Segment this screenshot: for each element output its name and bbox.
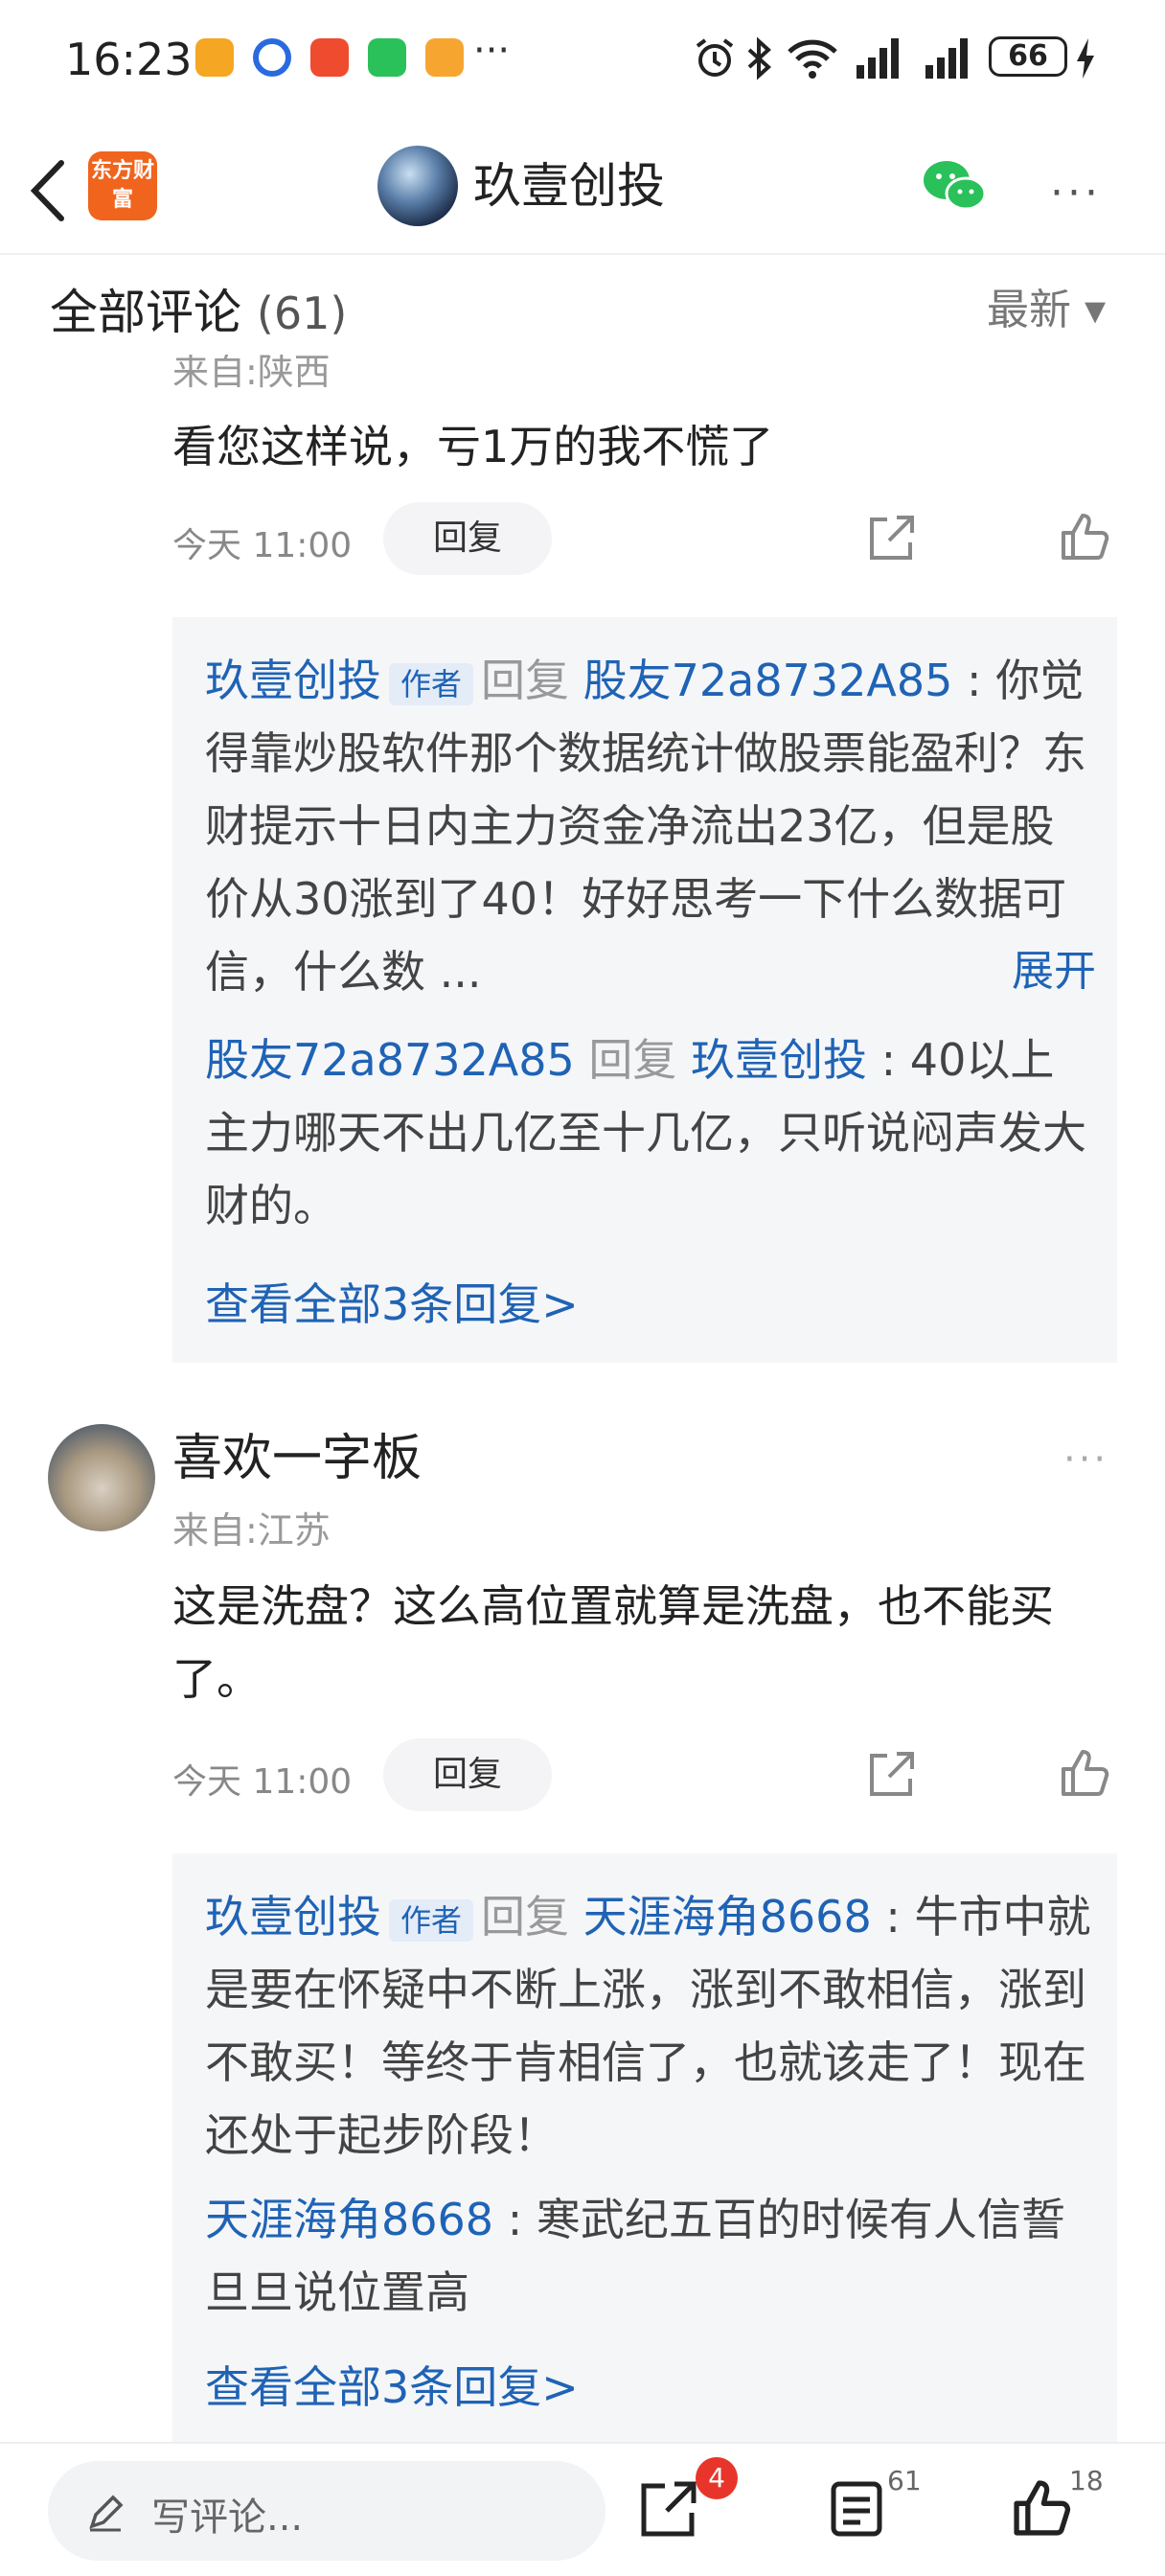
status-bar: 16:23 ··· 66 <box>0 0 1165 119</box>
write-comment-placeholder: 写评论... <box>151 2496 304 2540</box>
reply-verb: 回复 <box>481 1891 570 1943</box>
comment-time: 今天 11:00 <box>172 526 353 565</box>
reply-item[interactable]: 股友72a8732A85 回复 玖壹创投 : 40以上主力哪天不出几亿至十几亿，… <box>205 1024 1096 1242</box>
reply-username[interactable]: 股友72a8732A85 <box>205 1034 575 1086</box>
clock: 16:23 <box>65 34 193 85</box>
wechat-share-icon[interactable] <box>920 157 989 215</box>
user-location: 来自:江苏 <box>172 1509 331 1552</box>
reply-verb: 回复 <box>481 655 570 706</box>
reply-username[interactable]: 天涯海角8668 <box>205 2194 493 2245</box>
top-nav-bar: 东方财富 玖壹创投 ··· <box>0 119 1165 253</box>
reply-item[interactable]: 玖壹创投 作者 回复 股友72a8732A85 : 你觉得靠炒股软件那个数据统计做股… <box>205 644 1096 1008</box>
likes-count: 18 <box>1069 2465 1104 2496</box>
back-arrow-icon[interactable] <box>23 157 80 224</box>
user-avatar[interactable] <box>48 1424 155 1531</box>
wifi-icon <box>788 39 837 79</box>
author-badge: 作者 <box>389 1898 474 1942</box>
bottom-action-bar: 写评论... 4 61 18 <box>0 2442 1165 2576</box>
comment-time: 今天 11:00 <box>172 1762 353 1802</box>
reply-button[interactable]: 回复 <box>383 502 552 575</box>
comments-icon[interactable] <box>828 2478 885 2540</box>
app-notification-icon <box>425 38 464 77</box>
divider <box>0 253 1165 255</box>
view-all-replies-link[interactable]: 查看全部3条回复> <box>205 1271 579 1338</box>
comment-count: (61) <box>256 288 348 339</box>
reply-verb: 回复 <box>588 1034 677 1086</box>
app-notification-icon <box>253 38 291 77</box>
page-title[interactable]: 玖壹创投 <box>473 155 665 217</box>
pencil-icon <box>89 2495 124 2532</box>
reply-button[interactable]: 回复 <box>383 1738 552 1811</box>
write-comment-input[interactable]: 写评论... <box>48 2461 605 2561</box>
like-icon[interactable] <box>1058 1746 1111 1800</box>
share-icon[interactable] <box>864 1748 918 1802</box>
reply-item[interactable]: 天涯海角8668 : 寒武纪五百的时候有人信誓旦旦说位置高 <box>205 2183 1096 2329</box>
charging-icon <box>1077 38 1094 79</box>
comment-text: 看您这样说，亏1万的我不慌了 <box>172 421 774 472</box>
more-notifications-icon: ··· <box>473 29 511 73</box>
app-notification-icon <box>195 38 234 77</box>
alarm-icon <box>696 38 734 77</box>
eastmoney-logo[interactable]: 东方财富 <box>88 151 157 220</box>
bluetooth-icon <box>747 36 771 80</box>
author-badge: 作者 <box>389 662 474 705</box>
share-count-badge: 4 <box>696 2457 738 2499</box>
author-avatar[interactable] <box>377 146 458 226</box>
reply-target[interactable]: 股友72a8732A85 <box>583 655 953 706</box>
comments-count: 61 <box>887 2465 922 2496</box>
sort-dropdown[interactable]: 最新 ▾ <box>987 280 1106 341</box>
app-notification-icon <box>310 38 349 77</box>
replies-panel: 玖壹创投 作者 回复 股友72a8732A85 : 你觉得靠炒股软件那个数据统计做股… <box>172 617 1117 1363</box>
expand-link[interactable]: 展开 <box>1002 935 1096 1008</box>
share-icon[interactable] <box>864 512 918 565</box>
like-icon[interactable] <box>1010 2476 1073 2540</box>
reply-target[interactable]: 玖壹创投 <box>691 1034 867 1086</box>
more-options-icon[interactable]: ··· <box>1050 169 1102 218</box>
replies-panel: 玖壹创投 作者 回复 天涯海角8668 : 牛市中就是要在怀疑中不断上涨，涨到不敢相… <box>172 1853 1117 2442</box>
reply-target[interactable]: 天涯海角8668 <box>583 1891 872 1943</box>
like-icon[interactable] <box>1058 510 1111 564</box>
signal-icon <box>925 38 968 79</box>
username[interactable]: 喜欢一字板 <box>172 1426 422 1491</box>
reply-username[interactable]: 玖壹创投 <box>205 655 381 706</box>
reply-item[interactable]: 玖壹创投 作者 回复 天涯海角8668 : 牛市中就是要在怀疑中不断上涨，涨到不敢相… <box>205 1880 1096 2172</box>
comments-section-title: 全部评论 (61) <box>50 282 347 344</box>
battery-indicator: 66 <box>989 36 1067 77</box>
comment-text: 这是洗盘？这么高位置就算是洗盘，也不能买了。 <box>172 1580 1054 1705</box>
location-text-partial: 来自:陕西 <box>172 355 331 391</box>
comment-more-icon[interactable]: ··· <box>1063 1438 1108 1482</box>
share-icon[interactable] <box>638 2478 699 2540</box>
wechat-notification-icon <box>368 38 406 77</box>
reply-username[interactable]: 玖壹创投 <box>205 1891 381 1943</box>
section-title-text: 全部评论 <box>50 285 241 340</box>
view-all-replies-link[interactable]: 查看全部3条回复> <box>205 2354 579 2421</box>
signal-icon <box>857 38 899 79</box>
